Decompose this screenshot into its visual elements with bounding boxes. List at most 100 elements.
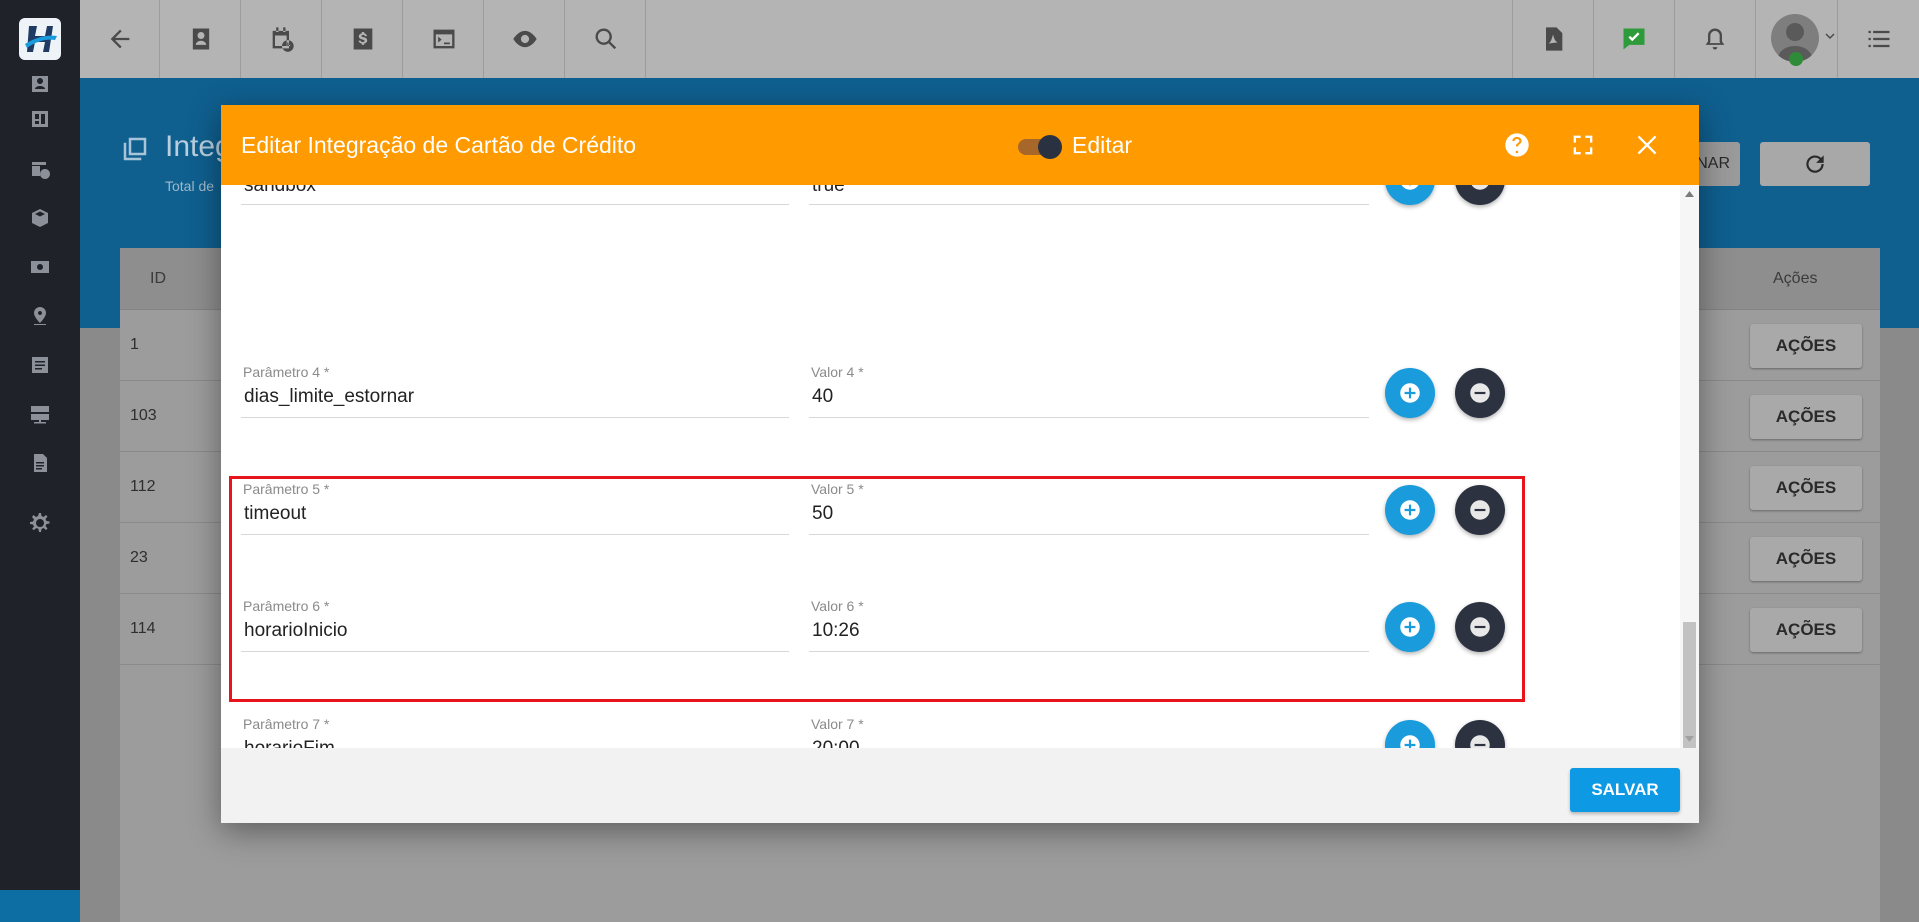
document-icon[interactable]	[28, 451, 52, 475]
param-4-label: Parâmetro 4 *	[243, 364, 330, 380]
actions-button[interactable]: AÇÕES	[1750, 466, 1862, 510]
plus-circle-icon	[1400, 735, 1420, 748]
close-button[interactable]	[1631, 129, 1663, 161]
list-menu-icon	[1868, 30, 1889, 48]
add-row-button[interactable]	[1385, 368, 1435, 418]
scroll-down-arrow-icon[interactable]	[1684, 734, 1695, 744]
valor-4-underline	[809, 417, 1369, 418]
valor-3-underline	[809, 204, 1369, 205]
cell-id: 23	[130, 549, 148, 566]
column-header-id[interactable]: ID	[150, 270, 166, 288]
pdf-button[interactable]	[1512, 0, 1592, 78]
valor-3-input[interactable]: true	[812, 185, 845, 197]
layers-icon	[120, 134, 150, 164]
refresh-button[interactable]	[1760, 142, 1870, 186]
bell-icon	[1705, 28, 1724, 50]
column-header-acoes: Ações	[1773, 270, 1818, 287]
gear-icon[interactable]	[28, 511, 52, 535]
edit-toggle-label: Editar	[1072, 132, 1133, 158]
cell-id: 103	[130, 407, 157, 424]
box-icon[interactable]	[28, 206, 52, 230]
view-button[interactable]	[485, 0, 565, 78]
close-icon	[1637, 135, 1657, 155]
search-button[interactable]	[566, 0, 646, 78]
modal-title: Editar Integração de Cartão de Crédito	[241, 132, 637, 158]
sidebar-footer-bar	[0, 890, 80, 922]
valor-4-label: Valor 4 *	[811, 364, 864, 380]
contact-card-icon[interactable]	[28, 72, 52, 96]
back-button[interactable]	[80, 0, 160, 78]
money-icon[interactable]	[28, 255, 52, 279]
online-status-dot	[1789, 52, 1803, 66]
actions-button[interactable]: AÇÕES	[1750, 608, 1862, 652]
sidebar	[0, 0, 80, 922]
edit-integration-modal: Editar Integração de Cartão de Crédito E…	[221, 105, 1699, 823]
param-4-underline	[241, 417, 789, 418]
save-button[interactable]: SALVAR	[1570, 768, 1680, 812]
scroll-up-arrow-icon[interactable]	[1684, 189, 1695, 199]
server-icon[interactable]	[28, 402, 52, 426]
notifications-button[interactable]	[1674, 0, 1754, 78]
calendar-clock-icon[interactable]	[28, 157, 52, 181]
chat-check-icon	[1623, 28, 1644, 50]
dashboard-icon[interactable]	[28, 107, 52, 131]
contact-card-icon	[192, 28, 209, 50]
terminal-icon	[433, 29, 454, 49]
modal-scrollbar[interactable]	[1680, 185, 1699, 748]
pdf-icon	[1545, 27, 1562, 51]
highlight-annotation	[229, 476, 1525, 702]
arrow-left-icon	[110, 29, 129, 49]
finance-button[interactable]	[323, 0, 403, 78]
messages-button[interactable]	[1593, 0, 1673, 78]
location-icon[interactable]	[28, 304, 52, 328]
minus-circle-icon	[1470, 735, 1490, 748]
fullscreen-button[interactable]	[1567, 129, 1599, 161]
topbar	[80, 0, 1919, 78]
valor-4-input[interactable]: 40	[812, 386, 833, 408]
toggle-knob	[1038, 135, 1062, 159]
edit-toggle[interactable]	[1018, 135, 1064, 159]
schedule-button[interactable]	[242, 0, 322, 78]
help-icon	[1505, 133, 1529, 157]
contacts-button[interactable]	[161, 0, 241, 78]
param-7-input[interactable]: horarioFim	[244, 738, 335, 748]
help-button[interactable]	[1501, 129, 1533, 161]
refresh-icon	[1806, 155, 1824, 173]
cell-id: 1	[130, 336, 139, 353]
param-3-input[interactable]: sandbox	[244, 185, 316, 197]
list-icon[interactable]	[28, 353, 52, 377]
param-4-input[interactable]: dias_limite_estornar	[244, 386, 414, 408]
fullscreen-icon	[1573, 135, 1593, 155]
param-7-label: Parâmetro 7 *	[243, 716, 330, 732]
modal-header: Editar Integração de Cartão de Crédito E…	[221, 105, 1699, 185]
valor-7-input[interactable]: 20:00	[812, 738, 860, 748]
param-3-underline	[241, 204, 789, 205]
valor-7-label: Valor 7 *	[811, 716, 864, 732]
add-row-button[interactable]	[1385, 185, 1435, 205]
eye-icon	[512, 30, 537, 48]
dollar-icon	[353, 28, 372, 50]
plus-circle-icon	[1401, 185, 1419, 190]
add-row-button[interactable]	[1385, 720, 1435, 748]
scroll-thumb[interactable]	[1683, 622, 1696, 748]
minus-circle-icon	[1471, 185, 1489, 190]
cell-id: 112	[130, 478, 156, 495]
plus-circle-icon	[1400, 383, 1420, 403]
terminal-button[interactable]	[404, 0, 484, 78]
page-subtitle: Total de	[165, 178, 215, 194]
cell-id: 114	[130, 620, 156, 637]
menu-button[interactable]	[1837, 0, 1919, 78]
modal-footer: SALVAR	[221, 748, 1699, 823]
calendar-clock-icon	[272, 27, 294, 52]
actions-button[interactable]: AÇÕES	[1750, 395, 1862, 439]
search-icon	[595, 28, 616, 50]
minus-circle-icon	[1470, 383, 1490, 403]
actions-button[interactable]: AÇÕES	[1750, 537, 1862, 581]
remove-row-button[interactable]	[1455, 368, 1505, 418]
remove-row-button[interactable]	[1455, 185, 1505, 205]
app-logo[interactable]	[19, 18, 61, 60]
chevron-down-icon[interactable]	[1824, 30, 1836, 42]
logo-icon	[25, 26, 57, 52]
remove-row-button[interactable]	[1455, 720, 1505, 748]
actions-button[interactable]: AÇÕES	[1750, 324, 1862, 368]
